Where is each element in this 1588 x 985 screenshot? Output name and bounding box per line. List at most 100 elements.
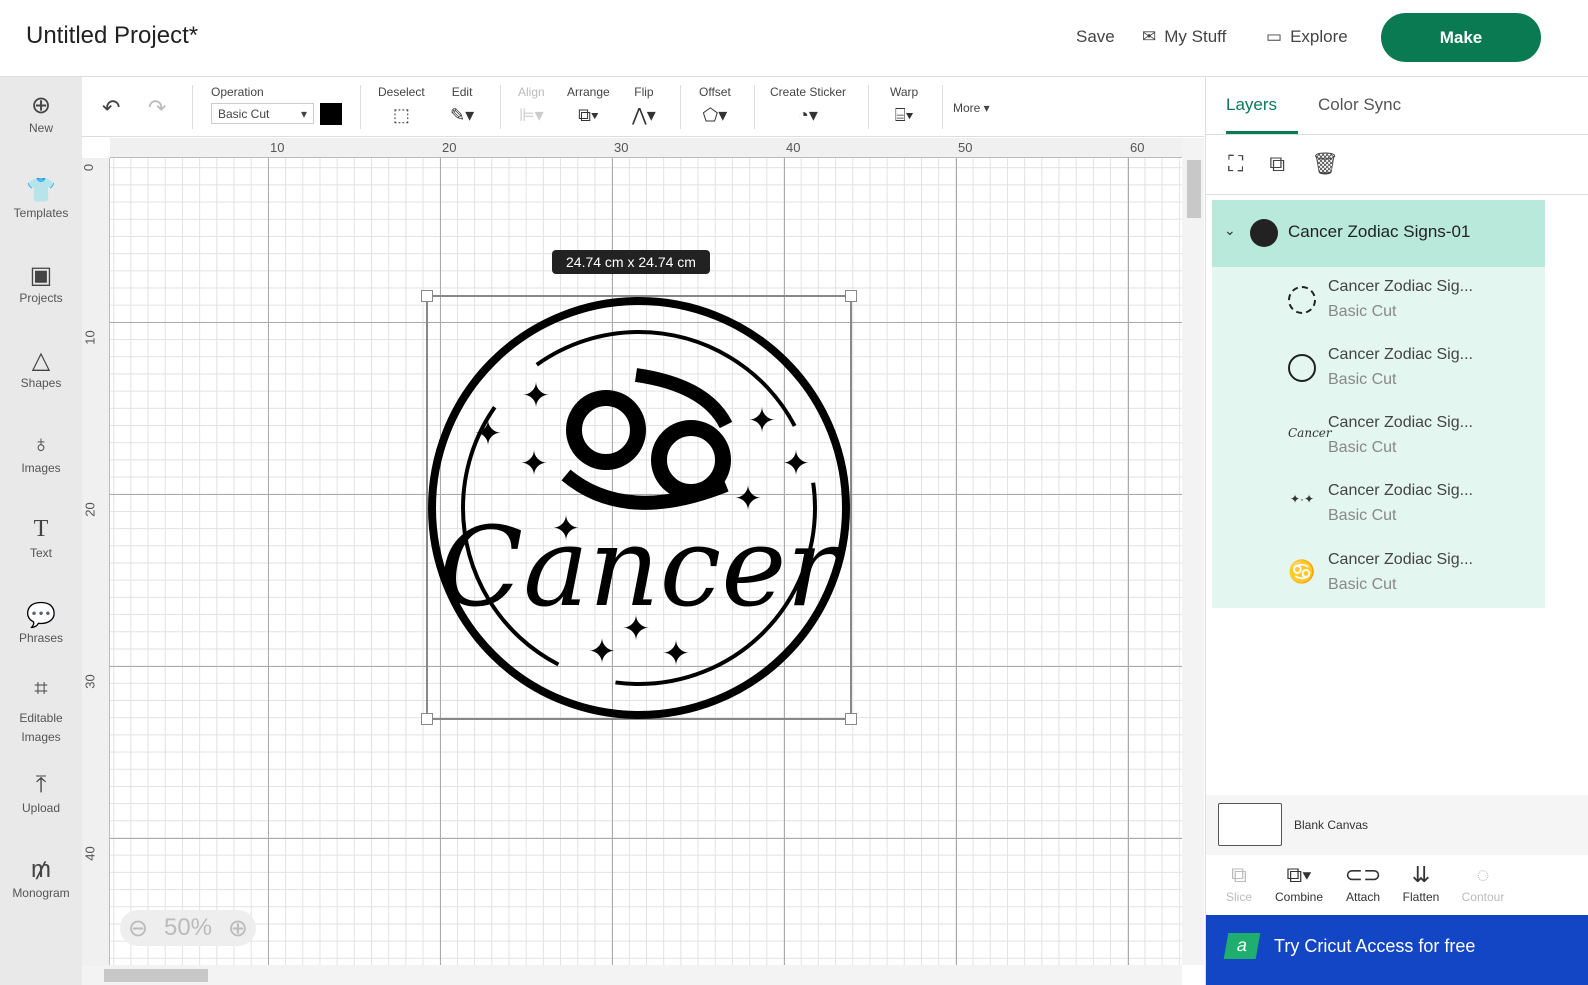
sidebar-item-images[interactable]: ♁ Images [0, 431, 82, 475]
edit-button[interactable]: Edit ✎▾ [450, 85, 474, 126]
operation-group: Operation Basic Cut ▾ [211, 85, 342, 125]
layer-item[interactable]: Cancer Cancer Zodiac Sig... Basic Cut [1212, 404, 1545, 472]
sidebar-item-editable-images[interactable]: ⌗ Editable Images [0, 675, 82, 747]
shapes-icon: △ [31, 347, 51, 374]
label: More [953, 101, 981, 115]
sidebar-item-monogram[interactable]: ₥ Monogram [0, 856, 82, 900]
promo-text: Try Cricut Access for free [1274, 936, 1476, 956]
zoom-out-icon[interactable]: ⊖ [128, 914, 148, 943]
editable-image-icon: ⌗ [34, 675, 48, 702]
offset-button[interactable]: Offset ⬠▾ [699, 85, 731, 126]
blank-canvas-row[interactable]: Blank Canvas [1206, 795, 1588, 855]
layer-item[interactable]: ✦·✦ Cancer Zodiac Sig... Basic Cut [1212, 472, 1545, 540]
color-swatch[interactable] [320, 103, 342, 125]
shirt-icon: 👕 [26, 177, 56, 204]
sidebar-item-shapes[interactable]: △ Shapes [0, 346, 82, 390]
zoom-in-icon[interactable]: ⊕ [228, 914, 248, 943]
tab-color-sync[interactable]: Color Sync [1318, 95, 1401, 115]
my-stuff-button[interactable]: ✉ My Stuff [1142, 27, 1226, 47]
access-logo-icon: a [1223, 933, 1261, 959]
layer-item[interactable]: Cancer Zodiac Sig... Basic Cut [1212, 336, 1545, 404]
layer-group-header[interactable]: ⌄ Cancer Zodiac Signs-01 [1212, 200, 1545, 267]
layer-thumbnail [1288, 354, 1316, 382]
label: Upload [21, 801, 61, 815]
sidebar-item-projects[interactable]: ▣ Projects [0, 261, 82, 305]
flip-icon: ⋀▾ [632, 105, 656, 125]
project-title[interactable]: Untitled Project* [26, 22, 198, 50]
save-button[interactable]: Save [1076, 27, 1115, 47]
warp-icon: ⌸▾ [894, 105, 914, 125]
duplicate-icon[interactable]: ⧉ [1269, 151, 1285, 177]
label: Slice [1225, 890, 1252, 904]
svg-text:✦: ✦ [748, 402, 777, 440]
tab-layers[interactable]: Layers [1226, 95, 1298, 134]
layer-name: Cancer Zodiac Sig... [1328, 414, 1473, 431]
my-stuff-label: My Stuff [1164, 27, 1227, 46]
warp-button[interactable]: Warp ⌸▾ [890, 85, 918, 126]
attach-button[interactable]: ⊂⊃ Attach [1333, 862, 1393, 904]
pencil-icon: ✎▾ [450, 105, 475, 125]
blank-canvas-label: Blank Canvas [1294, 818, 1369, 832]
ruler-label: 30 [614, 140, 629, 155]
explore-button[interactable]: ▭ Explore [1266, 27, 1348, 47]
save-label: Save [1076, 27, 1115, 46]
slice-button[interactable]: ⧉ Slice [1209, 862, 1269, 904]
sidebar-item-text[interactable]: T Text [0, 516, 82, 560]
svg-text:✦: ✦ [662, 635, 691, 673]
align-button[interactable]: Align ⊫▾ [518, 85, 545, 126]
group-icon[interactable]: ⛶ [1228, 151, 1243, 177]
flip-button[interactable]: Flip ⋀▾ [632, 85, 656, 126]
more-button[interactable]: More ▾ [953, 101, 990, 115]
panel-tabs: Layers Color Sync [1206, 77, 1588, 135]
speech-bubble-icon: 💬 [26, 602, 56, 629]
arrange-button[interactable]: Arrange ⧉▾ [567, 85, 610, 126]
layer-thumbnail: ♋ [1288, 559, 1316, 584]
divider [360, 85, 361, 129]
zoom-control: ⊖ 50% ⊕ [120, 910, 256, 946]
layer-thumbnail [1288, 286, 1316, 314]
create-sticker-button[interactable]: Create Sticker ◔▾ [770, 85, 846, 126]
operation-select[interactable]: Basic Cut ▾ [211, 103, 314, 124]
contour-button[interactable]: ◌ Contour [1453, 862, 1513, 904]
layer-item[interactable]: ♋ Cancer Zodiac Sig... Basic Cut [1212, 541, 1545, 609]
ruler-label: 10 [82, 330, 98, 345]
layer-item[interactable]: Cancer Zodiac Sig... Basic Cut [1212, 268, 1545, 336]
label: Images [21, 461, 61, 475]
chevron-down-icon[interactable]: ⌄ [1224, 222, 1236, 239]
combine-button[interactable]: ⧉▾ Combine [1269, 862, 1329, 904]
sidebar-item-upload[interactable]: ⤒ Upload [0, 771, 82, 815]
projects-icon: ▣ [29, 262, 53, 289]
combine-icon: ⧉▾ [1286, 862, 1312, 887]
label: Arrange [567, 85, 610, 99]
design-canvas[interactable]: 10 20 30 40 50 60 0 10 20 30 40 24.74 cm… [82, 138, 1204, 985]
flatten-button[interactable]: ⇊ Flatten [1391, 862, 1451, 904]
label: Create Sticker [770, 85, 847, 99]
divider [754, 85, 755, 129]
trash-icon[interactable]: 🗑 [1311, 151, 1339, 177]
sidebar-item-templates[interactable]: 👕 Templates [0, 176, 82, 220]
cricut-access-banner[interactable]: a Try Cricut Access for free [1206, 915, 1588, 985]
label: Projects [19, 291, 63, 305]
scroll-thumb[interactable] [104, 969, 208, 982]
label: Deselect [378, 85, 425, 99]
deselect-button[interactable]: Deselect ⬚ [378, 85, 425, 126]
sidebar-item-new[interactable]: ⊕ New [0, 91, 82, 135]
flatten-icon: ⇊ [1411, 862, 1431, 887]
undo-icon[interactable]: ↶ [102, 95, 120, 121]
slice-icon: ⧉ [1231, 862, 1247, 887]
offset-icon: ⬠▾ [702, 105, 728, 125]
label: Phrases [18, 631, 64, 645]
scroll-thumb[interactable] [1187, 160, 1201, 218]
selection-box[interactable]: Cancer ✦ ✦ ✦ ✦ ✦ ✦ ✦ ✦ ✦ ✦ [421, 290, 857, 725]
ruler-label: 20 [442, 140, 457, 155]
upload-icon: ⤒ [35, 771, 47, 798]
vertical-scrollbar[interactable] [1182, 138, 1204, 965]
redo-icon[interactable]: ↷ [148, 95, 166, 121]
sidebar: ⊕ New 👕 Templates ▣ Projects △ Shapes ♁ Image… [0, 77, 82, 985]
make-button[interactable]: Make [1381, 13, 1541, 62]
divider [500, 85, 501, 129]
horizontal-scrollbar[interactable] [82, 965, 1182, 985]
divider [942, 85, 943, 129]
ruler-label: 50 [958, 140, 973, 155]
sidebar-item-phrases[interactable]: 💬 Phrases [0, 601, 82, 645]
